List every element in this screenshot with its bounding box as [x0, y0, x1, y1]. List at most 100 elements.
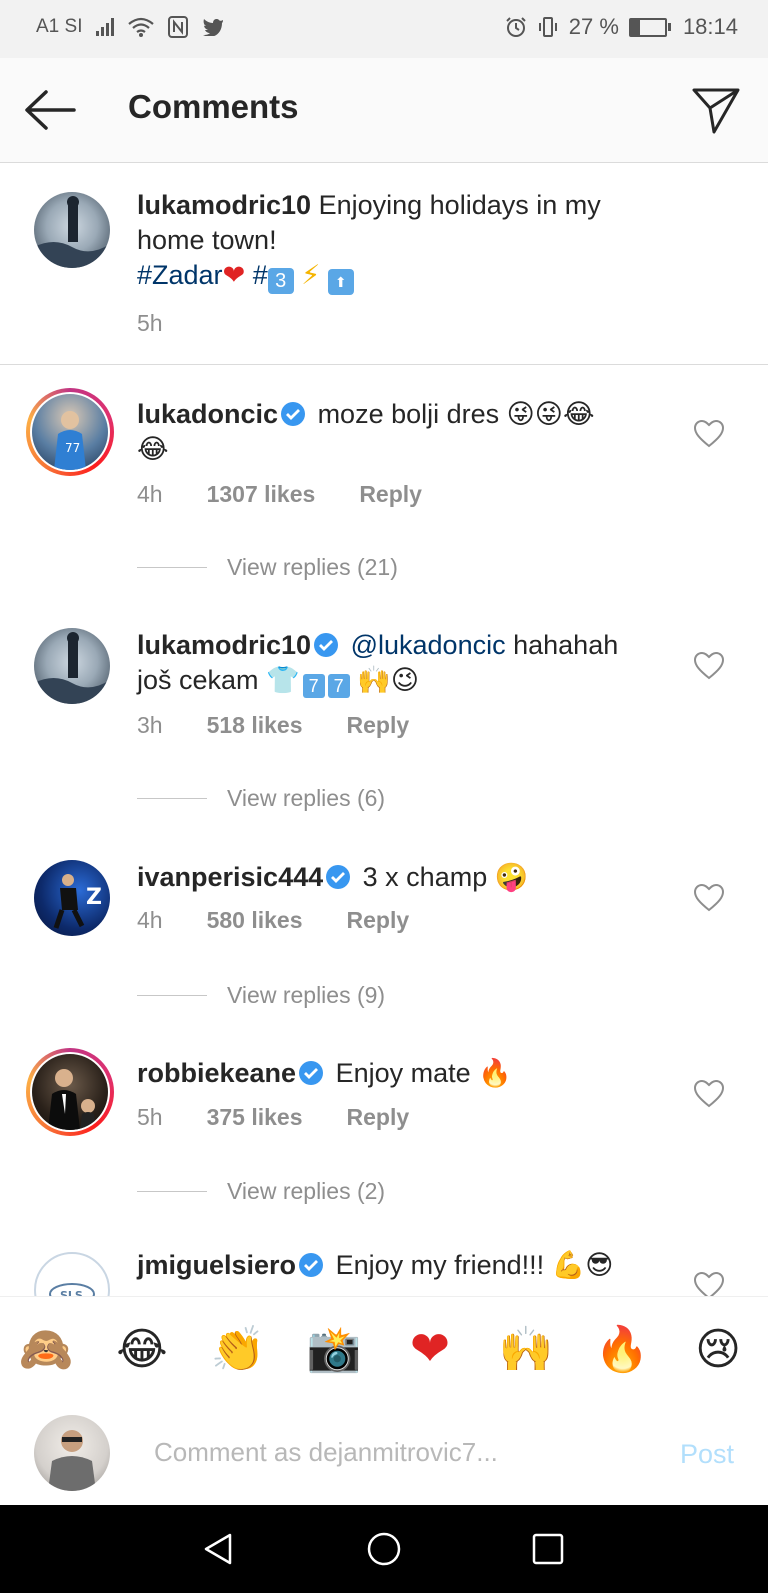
keycap-seven-emoji-2: 7: [327, 674, 350, 698]
comment-2-mention[interactable]: @lukadoncic: [351, 630, 506, 660]
battery-icon: [628, 17, 671, 37]
current-user-avatar: [34, 1415, 110, 1491]
nav-home-icon[interactable]: [366, 1531, 402, 1567]
fire-emoji: 🔥: [478, 1058, 512, 1088]
comment-2-meta: 3h 518 likes Reply: [137, 712, 409, 739]
crying-face-emoji-button[interactable]: 😢: [688, 1319, 748, 1379]
caption-username[interactable]: lukamodric10: [137, 190, 311, 220]
comment-4-like-icon[interactable]: [694, 1080, 724, 1108]
lightning-emoji: ⚡: [301, 260, 321, 290]
post-button[interactable]: Post: [680, 1439, 734, 1470]
nfc-icon: [168, 16, 189, 38]
comment-1-time: 4h: [137, 481, 163, 507]
red-heart-emoji-button[interactable]: ❤: [400, 1319, 460, 1379]
vibrate-icon: [538, 17, 557, 37]
laughing-emoji-button[interactable]: 😂: [112, 1319, 172, 1379]
comment-4-avatar[interactable]: [32, 1054, 108, 1130]
comment-1-like-icon[interactable]: [694, 420, 724, 448]
comment-3-reply-button[interactable]: Reply: [347, 907, 410, 934]
comment-3-view-replies[interactable]: View replies (9): [137, 982, 385, 1009]
back-arrow-icon[interactable]: [22, 88, 78, 132]
comment-2-time: 3h: [137, 712, 163, 738]
hashtag-zadar[interactable]: #Zadar: [137, 260, 223, 290]
verified-badge-icon: [299, 1061, 324, 1085]
comment-5-clip: SLS jmiguelsiero Enjoy my friend!!! 💪😎: [0, 1240, 768, 1296]
tshirt-emoji: 👕: [266, 665, 300, 695]
heart-emoji: ❤: [222, 260, 246, 290]
camera-flash-emoji-button[interactable]: 📸: [304, 1319, 364, 1379]
comment-5-username[interactable]: jmiguelsiero: [137, 1250, 296, 1280]
svg-text:77: 77: [65, 441, 80, 455]
wifi-icon: [128, 17, 155, 37]
comment-1-view-replies[interactable]: View replies (21): [137, 554, 398, 581]
svg-text:SLS: SLS: [60, 1289, 83, 1296]
comment-3-avatar[interactable]: Z: [34, 860, 110, 936]
comment-2-like-icon[interactable]: [694, 652, 724, 680]
raised-hands-emoji-button[interactable]: 🙌: [496, 1319, 556, 1379]
comment-1-likes[interactable]: 1307 likes: [207, 481, 316, 508]
caption-time: 5h: [137, 310, 163, 336]
comment-4-username[interactable]: robbiekeane: [137, 1058, 296, 1088]
keycap-seven-emoji: 7: [302, 674, 325, 698]
comment-input[interactable]: Comment as dejanmitrovic7...: [154, 1437, 498, 1468]
comment-4-likes[interactable]: 375 likes: [207, 1104, 303, 1131]
comment-5-like-icon[interactable]: [694, 1272, 724, 1296]
comment-5-avatar[interactable]: SLS: [34, 1252, 110, 1296]
nav-back-icon[interactable]: [200, 1531, 236, 1567]
comment-1-text: lukadoncic moze bolji dres 😜😜😂 😂: [137, 397, 657, 467]
comment-3-body: 3 x champ: [362, 862, 488, 892]
comment-2-likes[interactable]: 518 likes: [207, 712, 303, 739]
comment-2-view-replies[interactable]: View replies (6): [137, 785, 385, 812]
clapping-emoji-button[interactable]: 👏: [208, 1319, 268, 1379]
status-left: A1 SI: [36, 16, 224, 38]
comment-1-avatar[interactable]: 77: [32, 394, 108, 470]
comment-5-body: Enjoy my friend!!!: [335, 1250, 545, 1280]
carrier-label: A1 SI: [36, 16, 83, 37]
comment-1-username[interactable]: lukadoncic: [137, 399, 278, 429]
alarm-icon: [506, 17, 526, 37]
see-no-evil-monkey-emoji-button[interactable]: 🙈: [16, 1319, 76, 1379]
comment-4-avatar-ring[interactable]: [26, 1048, 114, 1136]
comment-3-likes[interactable]: 580 likes: [207, 907, 303, 934]
caption-body: Enjoying holidays in my: [318, 190, 601, 220]
comment-3-text: ivanperisic444 3 x champ 🤪: [137, 860, 657, 895]
status-bar: A1 SI 27 % 18:14: [0, 0, 768, 58]
comment-3-like-icon[interactable]: [694, 884, 724, 912]
comment-2-reply-button[interactable]: Reply: [347, 712, 410, 739]
top-arrow-emoji: ⬆: [327, 269, 354, 295]
comment-4-time: 5h: [137, 1104, 163, 1130]
comment-4-view-replies[interactable]: View replies (2): [137, 1178, 385, 1205]
verified-badge-icon: [314, 633, 339, 657]
comment-4-view-replies-label[interactable]: View replies (2): [227, 1178, 385, 1205]
comment-2-body-line2: još cekam: [137, 665, 259, 695]
comment-1-view-replies-label[interactable]: View replies (21): [227, 554, 398, 581]
comment-1-avatar-ring[interactable]: 77: [26, 388, 114, 476]
comment-3-username[interactable]: ivanperisic444: [137, 862, 323, 892]
comment-2-view-replies-label[interactable]: View replies (6): [227, 785, 385, 812]
comment-3-view-replies-label[interactable]: View replies (9): [227, 982, 385, 1009]
clock: 18:14: [682, 14, 738, 39]
page-title: Comments: [128, 88, 299, 125]
app-header: Comments: [0, 58, 768, 163]
caption-avatar[interactable]: [34, 192, 110, 268]
battery-percent: 27 %: [568, 14, 619, 39]
comment-1-body: moze bolji dres: [317, 399, 500, 429]
comment-4-text: robbiekeane Enjoy mate 🔥: [137, 1056, 657, 1091]
comment-2-avatar[interactable]: [34, 628, 110, 704]
raised-hands-emoji: 🙌😉: [357, 665, 419, 695]
laughing-emoji: 😂: [137, 434, 169, 464]
nav-recents-icon[interactable]: [530, 1531, 566, 1567]
system-nav-bar: [0, 1505, 768, 1593]
comment-4-reply-button[interactable]: Reply: [347, 1104, 410, 1131]
verified-badge-icon: [299, 1253, 324, 1277]
comment-3-meta: 4h 580 likes Reply: [137, 907, 409, 934]
comment-1-reply-button[interactable]: Reply: [359, 481, 422, 508]
direct-send-icon[interactable]: [690, 84, 742, 136]
comment-2-body: hahahah: [513, 630, 619, 660]
comment-1-meta: 4h 1307 likes Reply: [137, 481, 422, 508]
hashtag-three[interactable]: #: [253, 260, 268, 290]
fire-emoji-button[interactable]: 🔥: [592, 1319, 652, 1379]
comment-2-username[interactable]: lukamodric10: [137, 630, 311, 660]
comment-4-meta: 5h 375 likes Reply: [137, 1104, 409, 1131]
comment-composer: Comment as dejanmitrovic7... Post: [0, 1399, 768, 1505]
